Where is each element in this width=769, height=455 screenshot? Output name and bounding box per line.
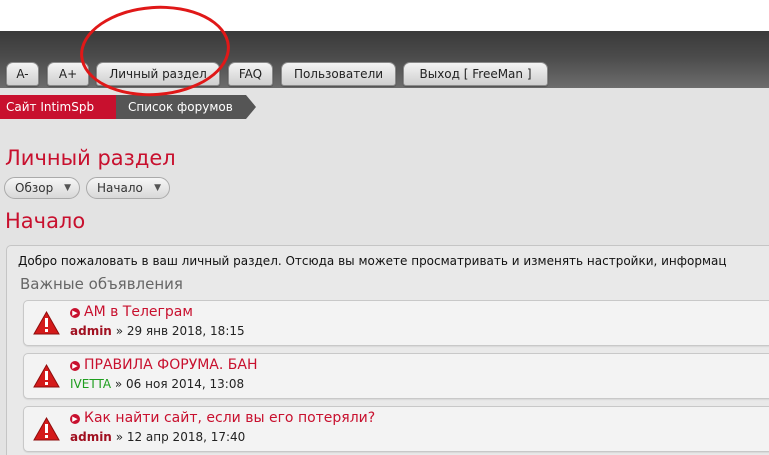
topic-bullet-icon: ▶: [70, 414, 80, 424]
personal-section-button[interactable]: Личный раздел: [96, 62, 220, 86]
welcome-text: Добро пожаловать в ваш личный раздел. От…: [18, 254, 727, 268]
topic-author-link[interactable]: admin: [70, 324, 112, 338]
topic-bullet-icon: ▶: [70, 308, 80, 318]
breadcrumb-forum-list-link[interactable]: Список форумов: [116, 95, 256, 119]
chevron-down-icon: ▼: [64, 183, 71, 193]
topic-date: » 06 ноя 2014, 13:08: [114, 377, 245, 391]
start-dropdown-label: Начало: [97, 181, 143, 195]
topic-bullet-icon: ▶: [70, 361, 80, 371]
topic-title-link[interactable]: АМ в Телеграм: [84, 304, 193, 320]
topic-row: ▶ АМ в Телеграм admin » 29 янв 2018, 18:1…: [23, 300, 769, 346]
topic-author-link[interactable]: IVETTA: [70, 377, 111, 391]
logout-button[interactable]: Выход [ FreeMan ]: [403, 62, 548, 86]
chevron-down-icon: ▼: [154, 183, 161, 193]
overview-dropdown[interactable]: Обзор ▼: [4, 177, 80, 199]
overview-dropdown-label: Обзор: [15, 181, 54, 195]
faq-button[interactable]: FAQ: [228, 62, 273, 86]
announcements-title: Важные объявления: [20, 275, 183, 293]
section-title: Начало: [5, 209, 86, 233]
topic-title-link[interactable]: ПРАВИЛА ФОРУМА. БАН: [84, 357, 258, 373]
topic-title-link[interactable]: Как найти сайт, если вы его потеряли?: [84, 410, 375, 426]
topic-row: ▶ Как найти сайт, если вы его потеряли? a…: [23, 406, 769, 452]
users-button[interactable]: Пользователи: [281, 62, 396, 86]
top-white-strip: [0, 0, 769, 31]
font-increase-button[interactable]: A+: [47, 62, 89, 86]
topic-author-link[interactable]: admin: [70, 430, 112, 444]
start-dropdown[interactable]: Начало ▼: [86, 177, 170, 199]
page-title: Личный раздел: [5, 146, 176, 170]
breadcrumb-site-link[interactable]: Сайт IntimSpb: [0, 95, 126, 119]
topic-row: ▶ ПРАВИЛА ФОРУМА. БАН IVETTA » 06 ноя 201…: [23, 353, 769, 399]
warning-icon: [33, 417, 60, 441]
topic-date: » 12 апр 2018, 17:40: [115, 430, 246, 444]
warning-icon: [33, 311, 60, 335]
warning-icon: [33, 364, 60, 388]
font-decrease-button[interactable]: A-: [6, 62, 39, 86]
topic-date: » 29 янв 2018, 18:15: [115, 324, 245, 338]
